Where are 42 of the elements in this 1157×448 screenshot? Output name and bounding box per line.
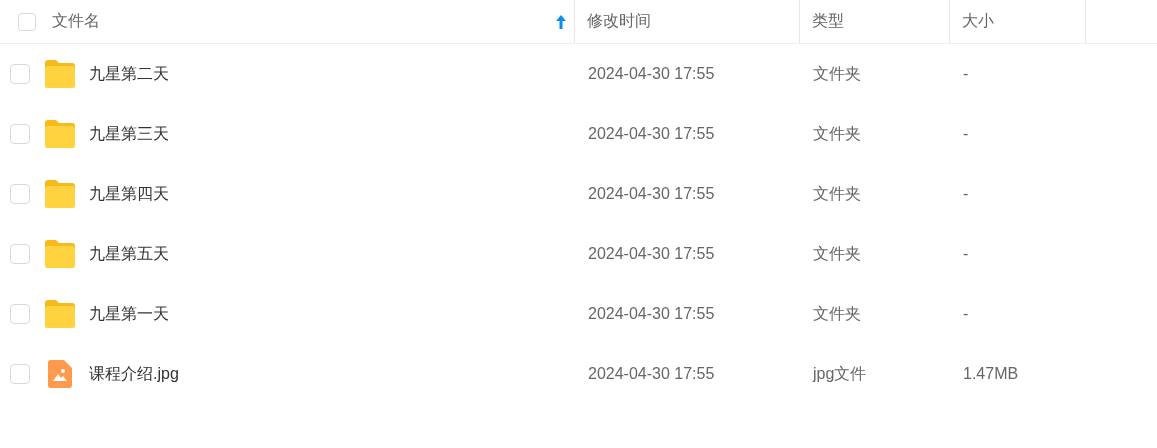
- folder-icon: [45, 180, 75, 208]
- file-type: 文件夹: [812, 63, 862, 84]
- column-header[interactable]: 修改时间: [587, 11, 651, 32]
- file-type: jpg文件: [811, 363, 868, 384]
- file-size: 1.47MB: [962, 365, 1020, 383]
- column-header[interactable]: 大小: [962, 11, 994, 32]
- file-size: -: [962, 305, 970, 323]
- folder-icon: [45, 120, 75, 148]
- checkbox[interactable]: [10, 244, 30, 264]
- file-name[interactable]: 九星第三天: [89, 123, 169, 145]
- file-size: -: [962, 125, 970, 143]
- file-name[interactable]: 九星第二天: [89, 63, 169, 85]
- column-header[interactable]: 文件名: [52, 11, 100, 32]
- file-name[interactable]: 九星第一天: [89, 303, 169, 325]
- file-size: -: [962, 185, 970, 203]
- checkbox[interactable]: [18, 12, 36, 31]
- modified-time: 2024-04-30 17:55: [587, 185, 716, 203]
- file-type: 文件夹: [812, 303, 862, 324]
- modified-time: 2024-04-30 17:55: [587, 305, 716, 323]
- checkbox[interactable]: [10, 364, 30, 384]
- checkbox[interactable]: [10, 124, 30, 144]
- file-name[interactable]: 九星第四天: [89, 183, 169, 205]
- checkbox[interactable]: [10, 184, 30, 204]
- folder-icon: [45, 240, 75, 268]
- column-header[interactable]: 类型: [812, 11, 844, 32]
- sort-ascending-icon[interactable]: [556, 14, 566, 29]
- folder-icon: [45, 60, 75, 88]
- modified-time: 2024-04-30 17:55: [587, 365, 716, 383]
- checkbox[interactable]: [10, 64, 30, 84]
- file-name[interactable]: 课程介绍.jpg: [89, 363, 179, 385]
- folder-icon: [45, 300, 75, 328]
- modified-time: 2024-04-30 17:55: [587, 125, 716, 143]
- checkbox[interactable]: [10, 304, 30, 324]
- file-type: 文件夹: [812, 183, 862, 204]
- file-type: 文件夹: [812, 243, 862, 264]
- image-file-icon: [48, 360, 72, 388]
- file-size: -: [962, 245, 970, 263]
- file-size: -: [962, 65, 970, 83]
- file-type: 文件夹: [812, 123, 862, 144]
- modified-time: 2024-04-30 17:55: [587, 65, 716, 83]
- modified-time: 2024-04-30 17:55: [587, 245, 716, 263]
- file-name[interactable]: 九星第五天: [89, 243, 169, 265]
